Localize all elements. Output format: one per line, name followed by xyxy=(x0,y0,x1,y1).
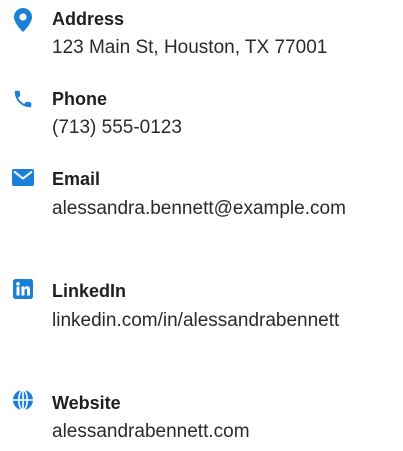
email-value[interactable]: alessandra.bennett@example.com xyxy=(52,193,390,225)
phone-icon xyxy=(10,86,36,112)
linkedin-icon xyxy=(10,276,36,302)
map-pin-icon xyxy=(10,7,36,33)
envelope-icon xyxy=(10,164,36,190)
address-value: 123 Main St, Houston, TX 77001 xyxy=(52,37,328,58)
phone-value: (713) 555-0123 xyxy=(52,117,182,138)
website-value[interactable]: alessandrabennett.com xyxy=(52,416,390,448)
contact-label-website: Website xyxy=(52,393,121,413)
contact-list: Address 123 Main St, Houston, TX 77001 P… xyxy=(0,0,403,451)
contact-label-address: Address xyxy=(52,9,125,29)
contact-label-email: Email xyxy=(52,169,101,189)
contact-label-linkedin: LinkedIn xyxy=(52,281,127,301)
contact-label-phone: Phone xyxy=(52,89,108,109)
linkedin-value[interactable]: linkedin.com/in/alessandrabennett xyxy=(52,305,390,337)
globe-icon xyxy=(10,387,36,413)
